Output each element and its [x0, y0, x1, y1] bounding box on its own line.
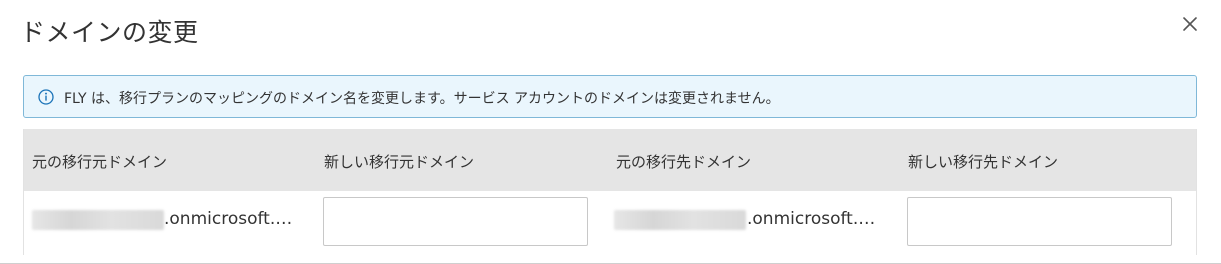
column-header-original-destination-domain: 元の移行先ドメイン: [616, 153, 752, 171]
table-row: .onmicrosoft.… .onmicrosoft.…: [24, 191, 1196, 255]
column-header-new-destination-domain: 新しい移行先ドメイン: [908, 153, 1059, 171]
change-domain-dialog: ドメインの変更 FLY は、移行プランのマッピングのドメイン名を変更します。サー…: [0, 0, 1221, 264]
original-destination-domain: .onmicrosoft.…: [747, 209, 876, 229]
column-header-original-source-domain: 元の移行元ドメイン: [32, 153, 168, 171]
info-message: FLY は、移行プランのマッピングのドメイン名を変更します。サービス アカウント…: [64, 91, 780, 107]
new-source-domain-input[interactable]: [323, 197, 588, 246]
close-icon: [1176, 10, 1204, 38]
new-destination-domain-input[interactable]: [907, 197, 1172, 246]
redacted-domain-prefix: [614, 210, 746, 230]
column-header-new-source-domain: 新しい移行元ドメイン: [324, 153, 475, 171]
dialog-title: ドメインの変更: [20, 18, 199, 47]
close-button[interactable]: [1176, 10, 1204, 38]
redacted-domain-prefix: [32, 210, 164, 230]
info-icon: [38, 89, 54, 105]
original-source-domain: .onmicrosoft.…: [164, 209, 293, 229]
table-header: 元の移行元ドメイン 新しい移行元ドメイン 元の移行先ドメイン 新しい移行先ドメイ…: [24, 129, 1196, 191]
info-banner: FLY は、移行プランのマッピングのドメイン名を変更します。サービス アカウント…: [23, 75, 1197, 118]
domain-mapping-table: 元の移行元ドメイン 新しい移行元ドメイン 元の移行先ドメイン 新しい移行先ドメイ…: [23, 129, 1197, 255]
